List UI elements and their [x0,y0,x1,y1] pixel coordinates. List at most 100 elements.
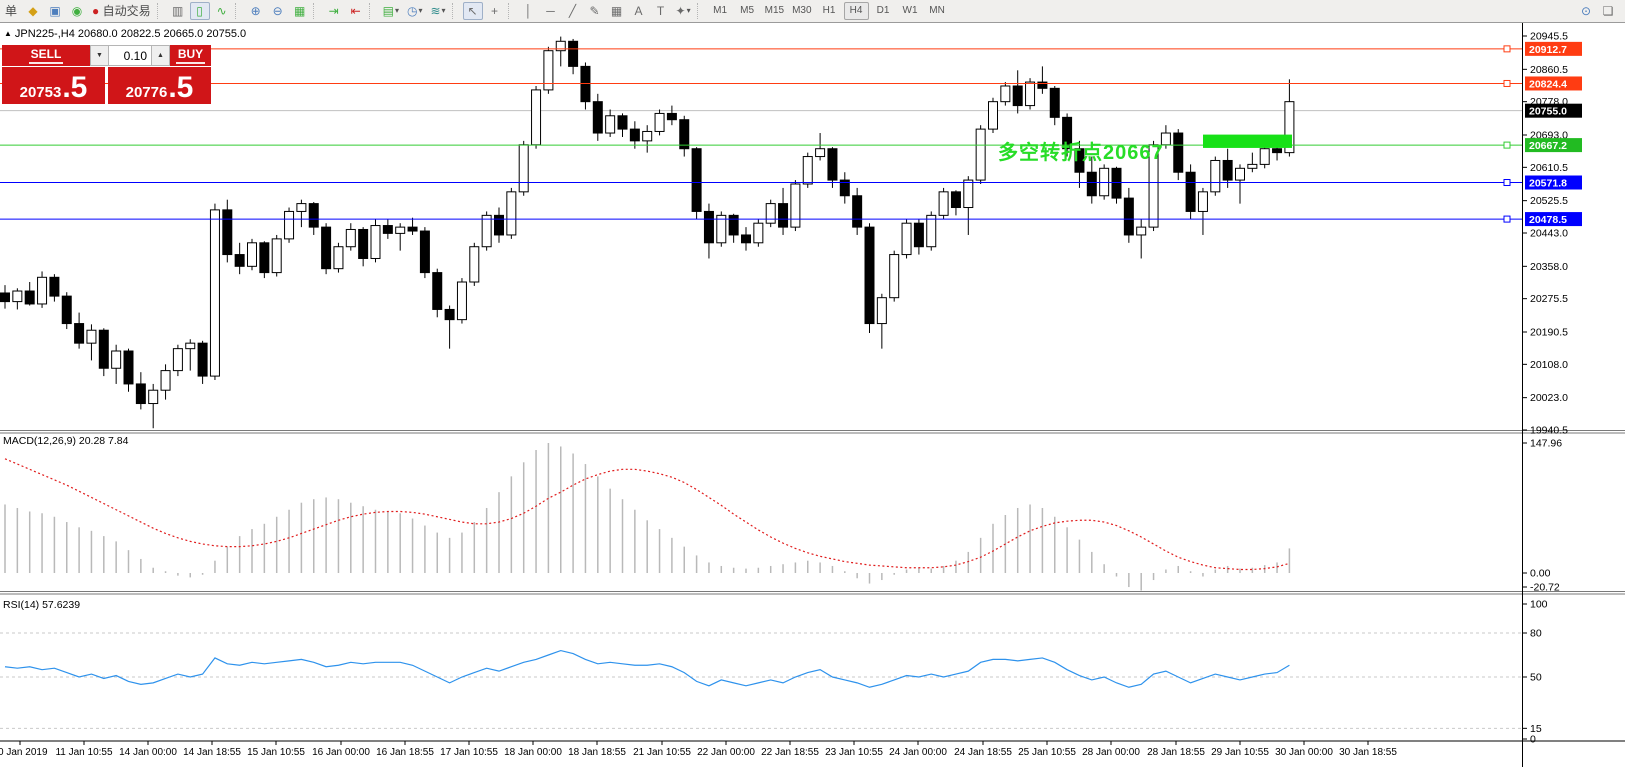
chart-background [0,22,1625,767]
time-axis-label: 24 Jan 18:55 [954,747,1012,758]
candle-body [507,192,516,235]
terminal-icon[interactable]: ▣ [45,2,65,20]
text-tool-icon[interactable]: A [629,2,649,20]
horizontal-line-tool-icon[interactable]: ─ [541,2,561,20]
timeframe-d1[interactable]: D1 [871,2,896,20]
candle-body [853,196,862,227]
candle-body [445,309,454,319]
time-axis-label: 16 Jan 00:00 [312,747,370,758]
buy-price[interactable]: 20776.5 [108,67,211,104]
crosshair-tool-icon[interactable]: + [485,2,505,20]
chart-canvas[interactable]: 20945.520860.520778.020693.020610.520525… [0,0,1625,767]
time-axis-label: 14 Jan 18:55 [183,747,241,758]
time-axis-label: 10 Jan 2019 [0,747,48,758]
cursor-tool-icon[interactable]: ↖ [463,2,483,20]
candle-body [235,255,244,267]
bar-chart-icon[interactable]: ▥ [168,2,188,20]
new-chart-button[interactable]: ▤▾ [380,2,402,20]
time-axis-label: 18 Jan 00:00 [504,747,562,758]
candle [989,98,998,133]
candle-body [396,227,405,233]
highlight-rectangle-object[interactable] [1203,135,1292,148]
timeframe-m5[interactable]: M5 [735,2,760,20]
text-label-tool-icon[interactable]: T [651,2,671,20]
macd-tick-label: -20.72 [1530,582,1560,594]
candlestick-chart-icon[interactable]: ▯ [190,2,210,20]
toolbar-separator [697,3,705,19]
line-chart-icon[interactable]: ∿ [212,2,232,20]
chat-icon[interactable]: ❏ [1598,2,1618,20]
chart-annotation[interactable]: 多空转折点20667 [998,136,1164,165]
time-axis-label: 29 Jan 10:55 [1211,747,1269,758]
timeframe-group: M1M5M15M30H1H4D1W1MN [707,2,951,20]
templates-button[interactable]: ≋▾ [427,2,448,20]
line-handle[interactable] [1504,142,1510,148]
candle [519,141,528,196]
timeframe-m1[interactable]: M1 [708,2,733,20]
new-order-partial-button[interactable]: 单 [1,2,21,20]
candle-body [38,277,47,304]
time-axis-label: 23 Jan 10:55 [825,747,883,758]
candle-body [766,204,775,224]
candle-body [482,215,491,246]
line-handle[interactable] [1504,46,1510,52]
volume-decrease-button[interactable]: ▼ [90,45,109,66]
autotrading-button[interactable]: ● 自动交易 [89,2,154,20]
candle-body [1198,192,1207,212]
timeframe-h4[interactable]: H4 [844,2,869,20]
volume-increase-button[interactable]: ▲ [151,45,170,66]
candle-body [951,192,960,208]
timeframe-w1[interactable]: W1 [898,2,923,20]
sell-price[interactable]: 20753.5 [2,67,105,104]
rsi-indicator-label: RSI(14) 57.6239 [3,599,80,611]
fibonacci-tool-icon[interactable]: ▦ [607,2,627,20]
candle [865,223,874,333]
candle-body [13,291,22,302]
periods-button[interactable]: ◷▾ [404,2,426,20]
shapes-tool-button[interactable]: ✦▾ [673,2,694,20]
timeframe-mn[interactable]: MN [925,2,950,20]
volume-input[interactable]: 0.10 [109,45,151,66]
stamp-icon[interactable]: ◆ [23,2,43,20]
line-handle[interactable] [1504,180,1510,186]
candle-body [124,351,133,384]
candle-body [260,243,269,273]
price-tick-label: 20190.5 [1530,326,1568,338]
signal-icon[interactable]: ◉ [67,2,87,20]
trendline-tool-icon[interactable]: ╱ [563,2,583,20]
auto-scroll-icon[interactable]: ⇥ [324,2,344,20]
equidistant-channel-tool-icon[interactable]: ✎ [585,2,605,20]
zoom-in-icon[interactable]: ⊕ [246,2,266,20]
timeframe-m30[interactable]: M30 [789,2,814,20]
price-badge-label: 20571.8 [1529,178,1567,190]
price-tick-label: 20443.0 [1530,228,1568,240]
toolbar-separator [452,3,460,19]
line-handle[interactable] [1504,80,1510,86]
search-icon[interactable]: ⊙ [1576,2,1596,20]
rsi-tick-label: 0 [1530,734,1536,746]
timeframe-h1[interactable]: H1 [817,2,842,20]
symbol-info: ▲JPN225-,H4 20680.0 20822.5 20665.0 2075… [4,28,246,40]
candle [655,110,664,136]
candle [1186,164,1195,219]
candle [1174,129,1183,180]
tile-windows-icon[interactable]: ▦ [290,2,310,20]
zoom-out-icon[interactable]: ⊖ [268,2,288,20]
candle-body [198,343,207,376]
candle-body [1273,149,1282,153]
candle-body [1248,164,1257,168]
timeframe-m15[interactable]: M15 [762,2,787,20]
sell-button[interactable]: SELL [2,45,90,66]
toolbar-separator [235,3,243,19]
buy-button[interactable]: BUY [170,45,211,66]
candle-body [803,157,812,184]
collapse-icon[interactable]: ▲ [4,29,12,38]
chart-shift-icon[interactable]: ⇤ [346,2,366,20]
candle-body [112,351,121,368]
vertical-line-tool-icon[interactable]: │ [519,2,539,20]
line-handle[interactable] [1504,216,1510,222]
price-tick-label: 20358.0 [1530,261,1568,273]
price-badge-label: 20755.0 [1529,106,1567,118]
macd-indicator-label: MACD(12,26,9) 20.28 7.84 [3,435,129,447]
candle [334,243,343,273]
